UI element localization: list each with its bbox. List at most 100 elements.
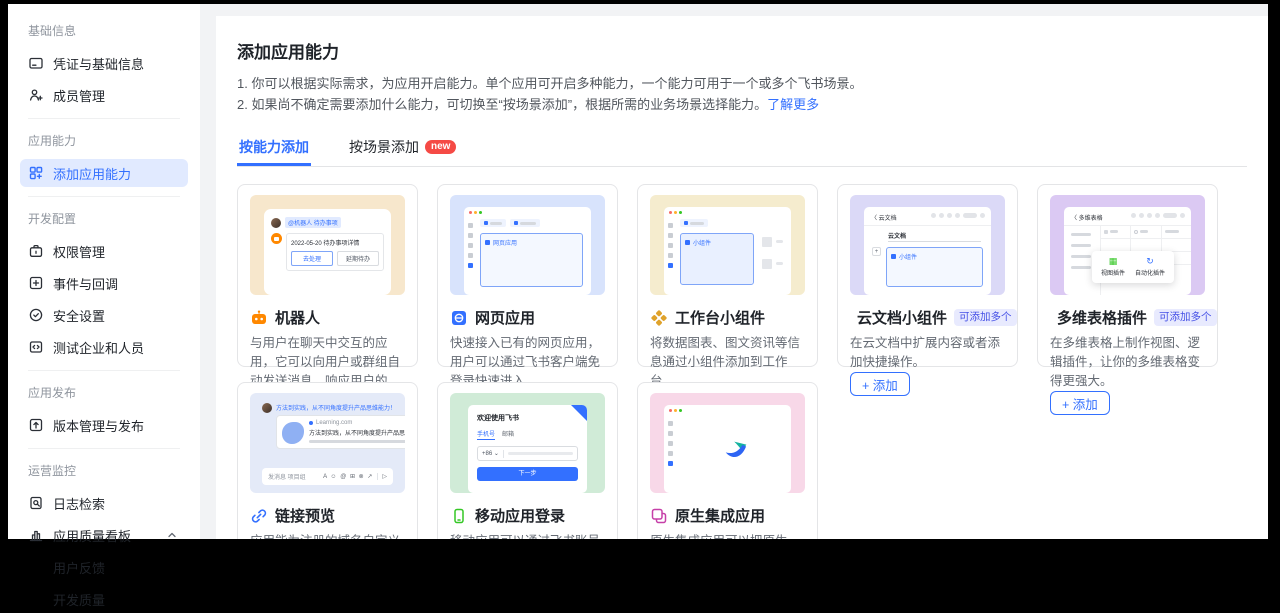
tab-by-scene[interactable]: 按场景添加 new bbox=[347, 131, 458, 166]
avatar bbox=[271, 217, 281, 228]
sidebar-item-label: 权限管理 bbox=[53, 244, 106, 260]
sidebar-section-basic-info: 基础信息 bbox=[28, 24, 77, 38]
sidebar-item-test-company[interactable]: 测试企业和人员 bbox=[20, 333, 188, 361]
bar-chart-icon bbox=[29, 530, 43, 542]
sidebar-item-permissions[interactable]: 权限管理 bbox=[20, 237, 188, 265]
mini-plus-button: + bbox=[872, 247, 881, 256]
main-panel: 添加应用能力 1. 你可以根据实际需求，为应用开启能力。单个应用可开启多种能力，… bbox=[216, 16, 1268, 539]
tab-by-capability[interactable]: 按能力添加 bbox=[237, 131, 311, 166]
sidebar-divider bbox=[28, 370, 180, 371]
sidebar-item-label: 日志检索 bbox=[53, 496, 106, 512]
mini-plugin-chip: ▦ 视图插件 ↻ 自动化插件 bbox=[1092, 251, 1175, 283]
mini-sidebar-icons bbox=[668, 421, 673, 466]
sidebar-item-log-search[interactable]: 日志检索 bbox=[20, 489, 188, 517]
bot-btn-secondary: 延期待办 bbox=[337, 251, 379, 266]
sidebar-item-members[interactable]: 成员管理 bbox=[20, 81, 188, 109]
learn-more-link[interactable]: 了解更多 bbox=[767, 97, 819, 112]
card-desc: 原生集成应用可以把原生 SDK 集成到飞书本地，并调用其中的对应方法，为用户提.… bbox=[650, 532, 805, 539]
sidebar-item-label: 添加应用能力 bbox=[53, 166, 132, 182]
bot-mention: @机器人 待办事项 bbox=[285, 217, 341, 228]
mini-tab-phone: 手机号 bbox=[477, 429, 496, 440]
mini-login-title: 欢迎使用飞书 bbox=[477, 415, 519, 422]
sidebar-item-user-feedback[interactable]: 用户反馈 bbox=[20, 553, 188, 581]
native-app-icon bbox=[651, 508, 667, 523]
sidebar-section-release: 应用发布 bbox=[28, 386, 77, 400]
card-title: 云文档小组件 bbox=[857, 310, 948, 327]
intro-line-1: 1. 你可以根据实际需求，为应用开启能力。单个应用可开启多种能力，一个能力可用于… bbox=[237, 76, 863, 91]
card-title: 移动应用登录 bbox=[475, 508, 566, 525]
card-base-plugin: 〈 多维表格 ▦ 视图插件 ↻ 自动化插件 多维表格插件 可添加多个 在多维表格… bbox=[1037, 184, 1218, 415]
mini-preview-image bbox=[282, 422, 304, 444]
window-traffic-lights bbox=[664, 207, 791, 214]
sidebar-section-dev-config: 开发配置 bbox=[28, 212, 77, 226]
bot-avatar bbox=[271, 233, 282, 244]
sidebar-item-label: 成员管理 bbox=[53, 88, 106, 104]
capability-cards: @机器人 待办事项 2022-05-20 待办事项详情 去处理 延期待办 机器人… bbox=[237, 184, 1247, 539]
card-native-app: 原生集成应用 原生集成应用可以把原生 SDK 集成到飞书本地，并调用其中的对应方… bbox=[637, 382, 818, 539]
mini-outline-lines bbox=[1071, 233, 1091, 269]
mini-message-link: 方法到实践，从不同角度提升产品思维能力！ bbox=[276, 406, 397, 412]
sidebar-item-dev-quality[interactable]: 开发质量 bbox=[20, 585, 188, 613]
send-icon: ▷ bbox=[377, 473, 387, 480]
sidebar-item-label: 凭证与基础信息 bbox=[53, 56, 145, 72]
mini-toolbar-dots bbox=[1131, 213, 1185, 218]
mini-plugin1: 视图插件 bbox=[1101, 271, 1126, 277]
sidebar: 基础信息 凭证与基础信息 成员管理 应用能力 添加应用能力 开发配置 权限管理 … bbox=[8, 4, 200, 608]
mini-doc-title: 云文档 bbox=[888, 234, 907, 240]
mini-composer: 发消息 项目组 A ☺ @ ⊞ ⊗ ↗ ▷ bbox=[262, 468, 393, 485]
sidebar-item-label: 用户反馈 bbox=[53, 560, 106, 576]
sidebar-divider bbox=[28, 118, 180, 119]
card-mobile-login: 欢迎使用飞书 手机号 邮箱 +86 ⌄ 下一步 移动应用登录 bbox=[437, 382, 618, 539]
placeholder-rows bbox=[762, 237, 783, 269]
code-icon bbox=[29, 341, 43, 353]
add-base-plugin-button[interactable]: + 添加 bbox=[1050, 391, 1110, 415]
intro-text: 1. 你可以根据实际需求，为应用开启能力。单个应用可开启多种能力，一个能力可用于… bbox=[237, 73, 1247, 115]
sidebar-item-credentials[interactable]: 凭证与基础信息 bbox=[20, 49, 188, 77]
mini-tab-email: 邮箱 bbox=[502, 432, 515, 438]
mini-next-button: 下一步 bbox=[477, 467, 578, 481]
mini-back: 〈 多维表格 bbox=[1071, 216, 1103, 222]
chevron-up-icon[interactable] bbox=[164, 529, 180, 541]
intro-line-2: 2. 如果尚不确定需要添加什么能力，可切换至“按场景添加”，根据所需的业务场景选… bbox=[237, 97, 820, 112]
mini-label: 网页应用 bbox=[493, 241, 518, 247]
sidebar-item-label: 开发质量 bbox=[53, 592, 106, 608]
card-title: 原生集成应用 bbox=[675, 508, 766, 525]
card-title: 多维表格插件 bbox=[1057, 310, 1148, 327]
new-badge: new bbox=[425, 140, 457, 154]
bot-btn-primary: 去处理 bbox=[291, 251, 333, 266]
mini-plugin2: 自动化插件 bbox=[1135, 271, 1166, 277]
square-plus-icon bbox=[29, 276, 43, 290]
mobile-icon bbox=[454, 508, 464, 523]
sidebar-item-label: 应用质量看板 bbox=[53, 528, 132, 544]
card-title: 网页应用 bbox=[475, 310, 536, 327]
mini-qr-corner bbox=[571, 405, 587, 421]
docs-widget-preview: 〈 云文档 云文档 + 小组件 bbox=[850, 195, 1005, 295]
mini-card-text: 方法到实践，从不同角度提升产品思维能力！ bbox=[309, 431, 405, 437]
sidebar-divider bbox=[28, 196, 180, 197]
card-desc: 在云文档中扩展内容或者添加快捷操作。 bbox=[850, 336, 1001, 369]
add-docs-widget-button[interactable]: + 添加 bbox=[850, 372, 910, 396]
composer-icons: A ☺ @ ⊞ ⊗ ↗ bbox=[323, 474, 374, 480]
shield-check-icon bbox=[29, 308, 43, 322]
mini-site-name: Learning.com bbox=[316, 420, 353, 426]
mini-label: 小组件 bbox=[693, 241, 712, 247]
sidebar-item-events[interactable]: 事件与回调 bbox=[20, 269, 188, 297]
mini-toolbar-dots bbox=[931, 213, 985, 218]
window-traffic-lights bbox=[664, 405, 791, 412]
sidebar-item-version-release[interactable]: 版本管理与发布 bbox=[20, 411, 188, 439]
automation-plugin-icon: ↻ bbox=[1146, 256, 1154, 266]
sidebar-item-label: 安全设置 bbox=[53, 308, 106, 324]
card-link-preview: 方法到实践，从不同角度提升产品思维能力！ Learning.com 方法到实践，… bbox=[237, 382, 418, 539]
sidebar-item-add-capability[interactable]: 添加应用能力 bbox=[20, 159, 188, 187]
mini-sidebar-icons bbox=[668, 223, 673, 268]
workplace-widget-preview: 小组件 bbox=[650, 195, 805, 295]
member-plus-icon bbox=[29, 89, 43, 101]
sidebar-item-quality-dashboard[interactable]: 应用质量看板 bbox=[20, 521, 188, 549]
base-plugin-preview: 〈 多维表格 ▦ 视图插件 ↻ 自动化插件 bbox=[1050, 195, 1205, 295]
bot-preview: @机器人 待办事项 2022-05-20 待办事项详情 去处理 延期待办 bbox=[250, 195, 405, 295]
avatar bbox=[262, 403, 272, 413]
mini-sidebar-icons bbox=[468, 223, 473, 268]
app-window: 基础信息 凭证与基础信息 成员管理 应用能力 添加应用能力 开发配置 权限管理 … bbox=[8, 4, 1268, 608]
sidebar-item-security[interactable]: 安全设置 bbox=[20, 301, 188, 329]
card-desc: 在多维表格上制作视图、逻辑插件，让你的多维表格变得更强大。 bbox=[1050, 336, 1201, 388]
